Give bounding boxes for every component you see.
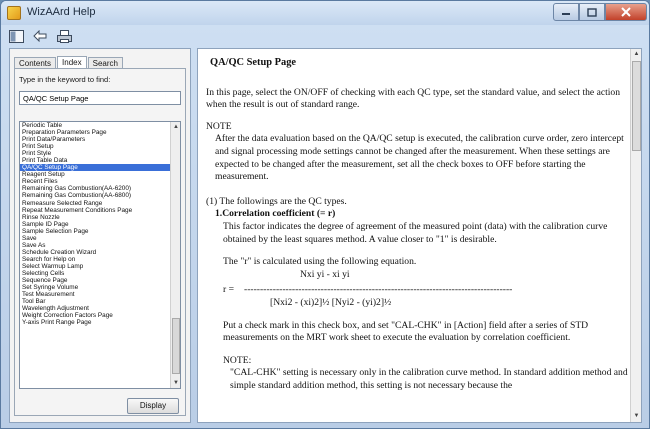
types-heading: (1) The followings are the QC types. [206, 195, 347, 207]
correlation-heading: 1.Correlation coefficient (= r) [215, 208, 336, 220]
maximize-icon [587, 7, 597, 17]
close-icon [621, 7, 631, 17]
title-bar[interactable]: WizAArd Help [1, 1, 649, 25]
topic-scrollbar[interactable]: ▲ ▼ [630, 49, 641, 422]
index-list-item[interactable]: Select Warmup Lamp [20, 263, 171, 270]
scroll-thumb[interactable] [632, 61, 641, 151]
index-list-item[interactable]: Sample ID Page [20, 221, 171, 228]
index-list-item[interactable]: Preparation Parameters Page [20, 129, 171, 136]
index-list-item[interactable]: Test Measurement [20, 291, 171, 298]
formula-denominator: [Nxi2 - (xi)2]½ [Nyi2 - (yi)2]½ [270, 296, 392, 308]
index-list-item[interactable]: Remaining Gas Combustion(AA-6800) [20, 192, 171, 199]
formula-r-label: r = [223, 284, 235, 296]
formula-divider: ----------------------------------------… [244, 284, 513, 296]
window-title: WizAArd Help [27, 6, 96, 18]
index-list-items: Periodic Table Preparation Parameters Pag… [20, 122, 171, 326]
index-list-item[interactable]: Save As [20, 242, 171, 249]
index-list-item[interactable]: Tool Bar [20, 298, 171, 305]
hide-pane-button[interactable] [7, 28, 25, 44]
index-list-item[interactable]: Print Data/Parameters [20, 136, 171, 143]
scroll-down-icon[interactable]: ▼ [171, 378, 180, 388]
back-button[interactable] [31, 28, 49, 44]
minimize-button[interactable] [553, 3, 579, 21]
index-list-item[interactable]: Set Syringe Volume [20, 284, 171, 291]
tab-index[interactable]: Index [57, 56, 87, 68]
index-list-item[interactable]: Print Style [20, 150, 171, 157]
formula-numerator: Nxi yi - xi yi [300, 268, 350, 280]
index-list-item[interactable]: Print Setup [20, 143, 171, 150]
navigation-pane: Contents Index Search Type in the keywor… [9, 48, 191, 423]
minimize-icon [562, 13, 570, 15]
index-list-item[interactable]: Reagent Setup [20, 171, 171, 178]
toolbar [1, 25, 649, 47]
index-list-item[interactable]: QA/QC Setup Page [20, 164, 171, 172]
index-list-item[interactable]: Y-axis Print Range Page [20, 319, 171, 326]
back-icon [33, 30, 47, 42]
index-list-item[interactable]: Repeat Measurement Conditions Page [20, 207, 171, 214]
print-button[interactable] [55, 28, 73, 44]
display-button[interactable]: Display [127, 398, 179, 414]
intro-text: In this page, select the ON/OFF of check… [206, 86, 621, 111]
index-list-item[interactable]: Print Table Data [20, 157, 171, 164]
index-list[interactable]: Periodic Table Preparation Parameters Pag… [19, 121, 181, 389]
index-list-item[interactable]: Sample Selection Page [20, 228, 171, 235]
note-text: After the data evaluation based on the Q… [215, 133, 624, 183]
help-app-icon [7, 6, 21, 20]
maximize-button[interactable] [579, 3, 605, 21]
help-window: WizAArd Help Contents Index Search Type … [0, 0, 650, 429]
index-list-item[interactable]: Save [20, 235, 171, 242]
index-list-item[interactable]: Sequence Page [20, 277, 171, 284]
index-list-item[interactable]: Search for Help on [20, 256, 171, 263]
close-button[interactable] [605, 3, 647, 21]
index-list-item[interactable]: Remaining Gas Combustion(AA-6200) [20, 185, 171, 192]
scroll-thumb[interactable] [172, 318, 180, 374]
index-list-item[interactable]: Selecting Cells [20, 270, 171, 277]
keyword-label: Type in the keyword to find: [19, 75, 111, 84]
check-instruction: Put a check mark in this check box, and … [223, 319, 589, 344]
formula-line: r = ------------------------------------… [206, 284, 631, 297]
hide-pane-icon [8, 29, 24, 43]
scroll-up-icon[interactable]: ▲ [631, 49, 641, 60]
index-list-item[interactable]: Recent Files [20, 178, 171, 185]
index-list-item[interactable]: Schedule Creation Wizard [20, 249, 171, 256]
index-list-item[interactable]: Remeasure Selected Range [20, 200, 171, 207]
topic-title: QA/QC Setup Page [210, 57, 297, 68]
topic-content: QA/QC Setup Page In this page, select th… [206, 57, 631, 392]
index-list-item[interactable]: Wavelength Adjustment [20, 305, 171, 312]
print-icon [56, 29, 72, 43]
index-list-scrollbar[interactable]: ▲ ▼ [170, 122, 180, 388]
index-list-item[interactable]: Periodic Table [20, 122, 171, 129]
keyword-input[interactable] [19, 91, 181, 105]
scroll-down-icon[interactable]: ▼ [631, 411, 641, 422]
topic-pane: QA/QC Setup Page In this page, select th… [197, 48, 642, 423]
r-calc-text: The "r" is calculated using the followin… [223, 256, 417, 268]
index-panel: Type in the keyword to find: Periodic Ta… [14, 68, 186, 416]
correlation-description: This factor indicates the degree of agre… [223, 220, 608, 245]
scroll-up-icon[interactable]: ▲ [171, 122, 180, 132]
note-heading: NOTE [206, 120, 232, 132]
index-list-item[interactable]: Weight Correction Factors Page [20, 312, 171, 319]
caption-buttons [553, 3, 647, 21]
note2-text: "CAL-CHK" setting is necessary only in t… [230, 367, 628, 391]
index-list-item[interactable]: Rinse Nozzle [20, 214, 171, 221]
note2-heading: NOTE: [223, 354, 252, 366]
